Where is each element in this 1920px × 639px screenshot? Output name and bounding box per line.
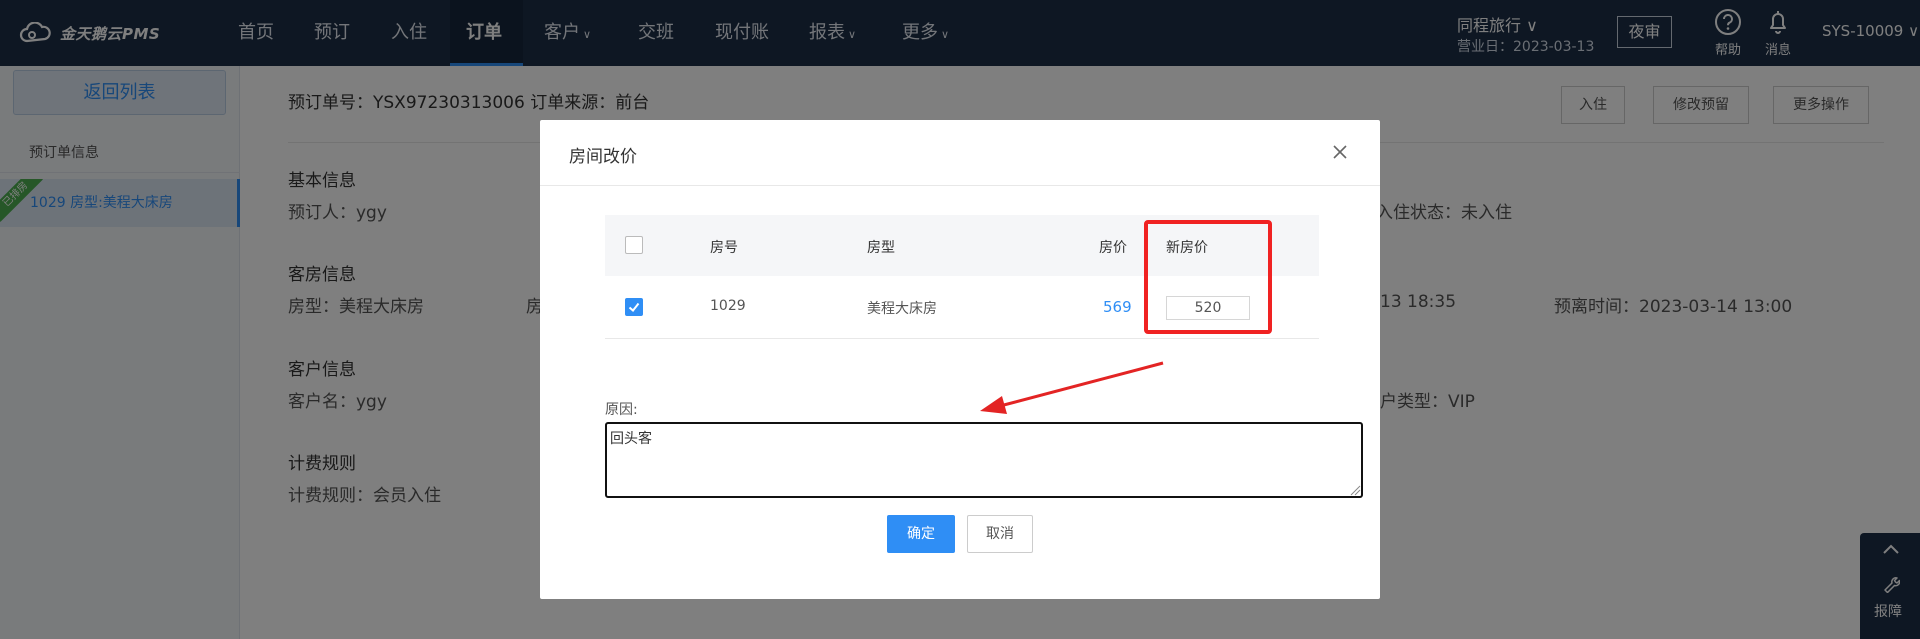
cancel-button[interactable]: 取消	[967, 515, 1033, 553]
close-icon[interactable]	[1330, 142, 1350, 162]
dialog-title: 房间改价	[569, 147, 637, 167]
select-all-checkbox[interactable]	[625, 236, 643, 254]
header-room-no: 房号	[710, 240, 738, 256]
header-price: 房价	[1099, 240, 1127, 256]
reason-label: 原因:	[605, 402, 638, 418]
cell-room-no: 1029	[710, 298, 746, 314]
change-room-price-dialog: 房间改价 房号 房型 房价 新房价 1029 美程大床房 569 原因: 回头客	[540, 120, 1380, 599]
confirm-button[interactable]: 确定	[887, 515, 955, 553]
highlight-box	[1144, 220, 1272, 334]
dialog-divider	[540, 185, 1380, 186]
row-checkbox[interactable]	[625, 298, 643, 316]
header-room-type: 房型	[867, 240, 895, 256]
cell-room-type: 美程大床房	[867, 301, 937, 317]
check-icon	[628, 302, 640, 312]
reason-textarea[interactable]: 回头客	[605, 422, 1363, 498]
cell-price-link[interactable]: 569	[1103, 298, 1132, 316]
resize-grip-icon[interactable]	[1349, 484, 1361, 496]
